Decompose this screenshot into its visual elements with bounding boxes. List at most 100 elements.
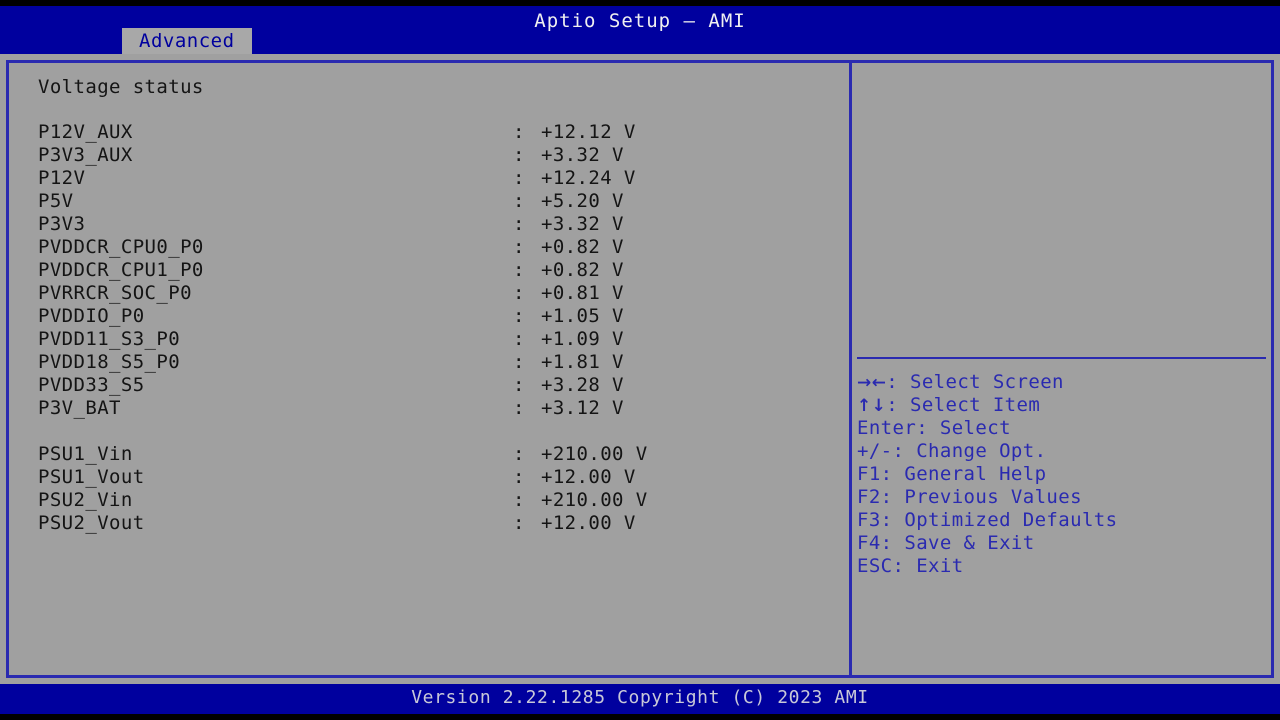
voltage-status-panel: Voltage status P12V_AUX: +12.12 V P3V3_AUX… bbox=[9, 63, 849, 675]
help-key-line: F4: Save & Exit bbox=[857, 532, 1269, 555]
help-key-text: F1: General Help bbox=[857, 463, 1047, 485]
voltage-row-label: PVDD11_S3_P0 bbox=[38, 328, 181, 350]
help-key-text: F4: Save & Exit bbox=[857, 532, 1035, 554]
help-key-line: +/-: Change Opt. bbox=[857, 440, 1269, 463]
voltage-row-value: +3.12 V bbox=[541, 397, 624, 419]
help-key-text: : Select Item bbox=[886, 394, 1041, 416]
voltage-row[interactable]: PVDD11_S3_P0: +1.09 V bbox=[9, 328, 849, 351]
voltage-row-label: P3V3 bbox=[38, 213, 86, 235]
voltage-row-separator: : bbox=[513, 443, 525, 465]
voltage-row-label: P5V bbox=[38, 190, 74, 212]
voltage-row-separator: : bbox=[513, 351, 525, 373]
voltage-row-label: PVDD33_S5 bbox=[38, 374, 145, 396]
voltage-row-value: +12.00 V bbox=[541, 466, 636, 488]
voltage-row-label: PVDDIO_P0 bbox=[38, 305, 145, 327]
voltage-row-value: +3.32 V bbox=[541, 213, 624, 235]
help-key-text: F3: Optimized Defaults bbox=[857, 509, 1118, 531]
voltage-row-label: PSU1_Vin bbox=[38, 443, 133, 465]
voltage-row-separator: : bbox=[513, 121, 525, 143]
voltage-row-value: +1.09 V bbox=[541, 328, 624, 350]
voltage-row-separator: : bbox=[513, 190, 525, 212]
voltage-row-value: +3.32 V bbox=[541, 144, 624, 166]
voltage-row[interactable]: P5V: +5.20 V bbox=[9, 190, 849, 213]
voltage-row[interactable]: P3V3_AUX: +3.32 V bbox=[9, 144, 849, 167]
voltage-row-label: PVDDCR_CPU0_P0 bbox=[38, 236, 204, 258]
voltage-row-separator: : bbox=[513, 466, 525, 488]
help-key-line: →←: Select Screen bbox=[857, 371, 1269, 394]
voltage-row[interactable]: PVDD18_S5_P0: +1.81 V bbox=[9, 351, 849, 374]
help-key-line: ↑↓: Select Item bbox=[857, 394, 1269, 417]
voltage-row[interactable]: PVDD33_S5: +3.28 V bbox=[9, 374, 849, 397]
voltage-row-separator: : bbox=[513, 144, 525, 166]
voltage-row-value: +210.00 V bbox=[541, 443, 648, 465]
help-divider-rule bbox=[857, 357, 1266, 359]
voltage-row-separator: : bbox=[513, 236, 525, 258]
section-title: Voltage status bbox=[38, 76, 204, 98]
voltage-row-separator: : bbox=[513, 328, 525, 350]
help-key-text: F2: Previous Values bbox=[857, 486, 1082, 508]
voltage-row[interactable]: P3V_BAT: +3.12 V bbox=[9, 397, 849, 420]
help-key-text: : Select Screen bbox=[886, 371, 1064, 393]
voltage-row-separator: : bbox=[513, 489, 525, 511]
voltage-row-label: PVDDCR_CPU1_P0 bbox=[38, 259, 204, 281]
voltage-row-label: P12V bbox=[38, 167, 86, 189]
voltage-row-value: +1.05 V bbox=[541, 305, 624, 327]
help-panel: →←: Select Screen ↑↓: Select Item Enter: S… bbox=[852, 63, 1271, 675]
help-key-line: Enter: Select bbox=[857, 417, 1269, 440]
voltage-row-separator: : bbox=[513, 282, 525, 304]
voltage-row[interactable]: P12V: +12.24 V bbox=[9, 167, 849, 190]
voltage-row-value: +0.82 V bbox=[541, 236, 624, 258]
voltage-row[interactable]: PSU1_Vin: +210.00 V bbox=[9, 443, 849, 466]
bottom-black-strip bbox=[0, 714, 1280, 720]
voltage-row-separator: : bbox=[513, 512, 525, 534]
help-key-text: +/-: Change Opt. bbox=[857, 440, 1047, 462]
voltage-row[interactable]: PSU2_Vout: +12.00 V bbox=[9, 512, 849, 535]
voltage-row[interactable]: PSU1_Vout: +12.00 V bbox=[9, 466, 849, 489]
help-key-line: F1: General Help bbox=[857, 463, 1269, 486]
voltage-row[interactable]: PVDDCR_CPU0_P0: +0.82 V bbox=[9, 236, 849, 259]
footer-bar: Version 2.22.1285 Copyright (C) 2023 AMI bbox=[0, 684, 1280, 714]
menu-tab-strip: Advanced bbox=[0, 28, 1280, 54]
bios-setup-screen: Aptio Setup – AMI Advanced Voltage statu… bbox=[0, 0, 1280, 720]
row-spacer bbox=[9, 420, 849, 443]
tab-advanced[interactable]: Advanced bbox=[122, 28, 252, 54]
voltage-row-value: +0.82 V bbox=[541, 259, 624, 281]
voltage-row-value: +12.00 V bbox=[541, 512, 636, 534]
voltage-row-separator: : bbox=[513, 374, 525, 396]
arrow-keys-icon: ↑↓ bbox=[857, 396, 887, 416]
voltage-row-value: +210.00 V bbox=[541, 489, 648, 511]
voltage-row[interactable]: P12V_AUX: +12.12 V bbox=[9, 121, 849, 144]
help-key-text: ESC: Exit bbox=[857, 555, 964, 577]
voltage-row[interactable]: PSU2_Vin: +210.00 V bbox=[9, 489, 849, 512]
voltage-row-label: P3V3_AUX bbox=[38, 144, 133, 166]
voltage-row-label: PSU2_Vout bbox=[38, 512, 145, 534]
voltage-row-label: PVRRCR_SOC_P0 bbox=[38, 282, 192, 304]
voltage-row-value: +0.81 V bbox=[541, 282, 624, 304]
voltage-row-label: PSU2_Vin bbox=[38, 489, 133, 511]
voltage-row[interactable]: P3V3: +3.32 V bbox=[9, 213, 849, 236]
arrow-keys-icon: →← bbox=[857, 373, 887, 393]
help-key-line: ESC: Exit bbox=[857, 555, 1269, 578]
voltage-row-value: +12.12 V bbox=[541, 121, 636, 143]
voltage-row-separator: : bbox=[513, 259, 525, 281]
voltage-row[interactable]: PVDDIO_P0: +1.05 V bbox=[9, 305, 849, 328]
voltage-row-value: +3.28 V bbox=[541, 374, 624, 396]
version-text: Version 2.22.1285 Copyright (C) 2023 AMI bbox=[411, 687, 869, 708]
voltage-row-label: P12V_AUX bbox=[38, 121, 133, 143]
voltage-row-list: P12V_AUX: +12.12 V P3V3_AUX: +3.32 V P12V: +1… bbox=[9, 121, 849, 535]
voltage-row-value: +12.24 V bbox=[541, 167, 636, 189]
voltage-row-label: PSU1_Vout bbox=[38, 466, 145, 488]
voltage-row[interactable]: PVDDCR_CPU1_P0: +0.82 V bbox=[9, 259, 849, 282]
voltage-row-label: PVDD18_S5_P0 bbox=[38, 351, 181, 373]
voltage-row[interactable]: PVRRCR_SOC_P0: +0.81 V bbox=[9, 282, 849, 305]
voltage-row-separator: : bbox=[513, 305, 525, 327]
voltage-row-separator: : bbox=[513, 213, 525, 235]
header-bar: Aptio Setup – AMI Advanced bbox=[0, 6, 1280, 54]
help-key-line: F2: Previous Values bbox=[857, 486, 1269, 509]
voltage-row-separator: : bbox=[513, 167, 525, 189]
help-key-list: →←: Select Screen ↑↓: Select Item Enter: S… bbox=[857, 371, 1269, 578]
voltage-row-value: +5.20 V bbox=[541, 190, 624, 212]
voltage-row-value: +1.81 V bbox=[541, 351, 624, 373]
voltage-row-label: P3V_BAT bbox=[38, 397, 121, 419]
voltage-row-separator: : bbox=[513, 397, 525, 419]
